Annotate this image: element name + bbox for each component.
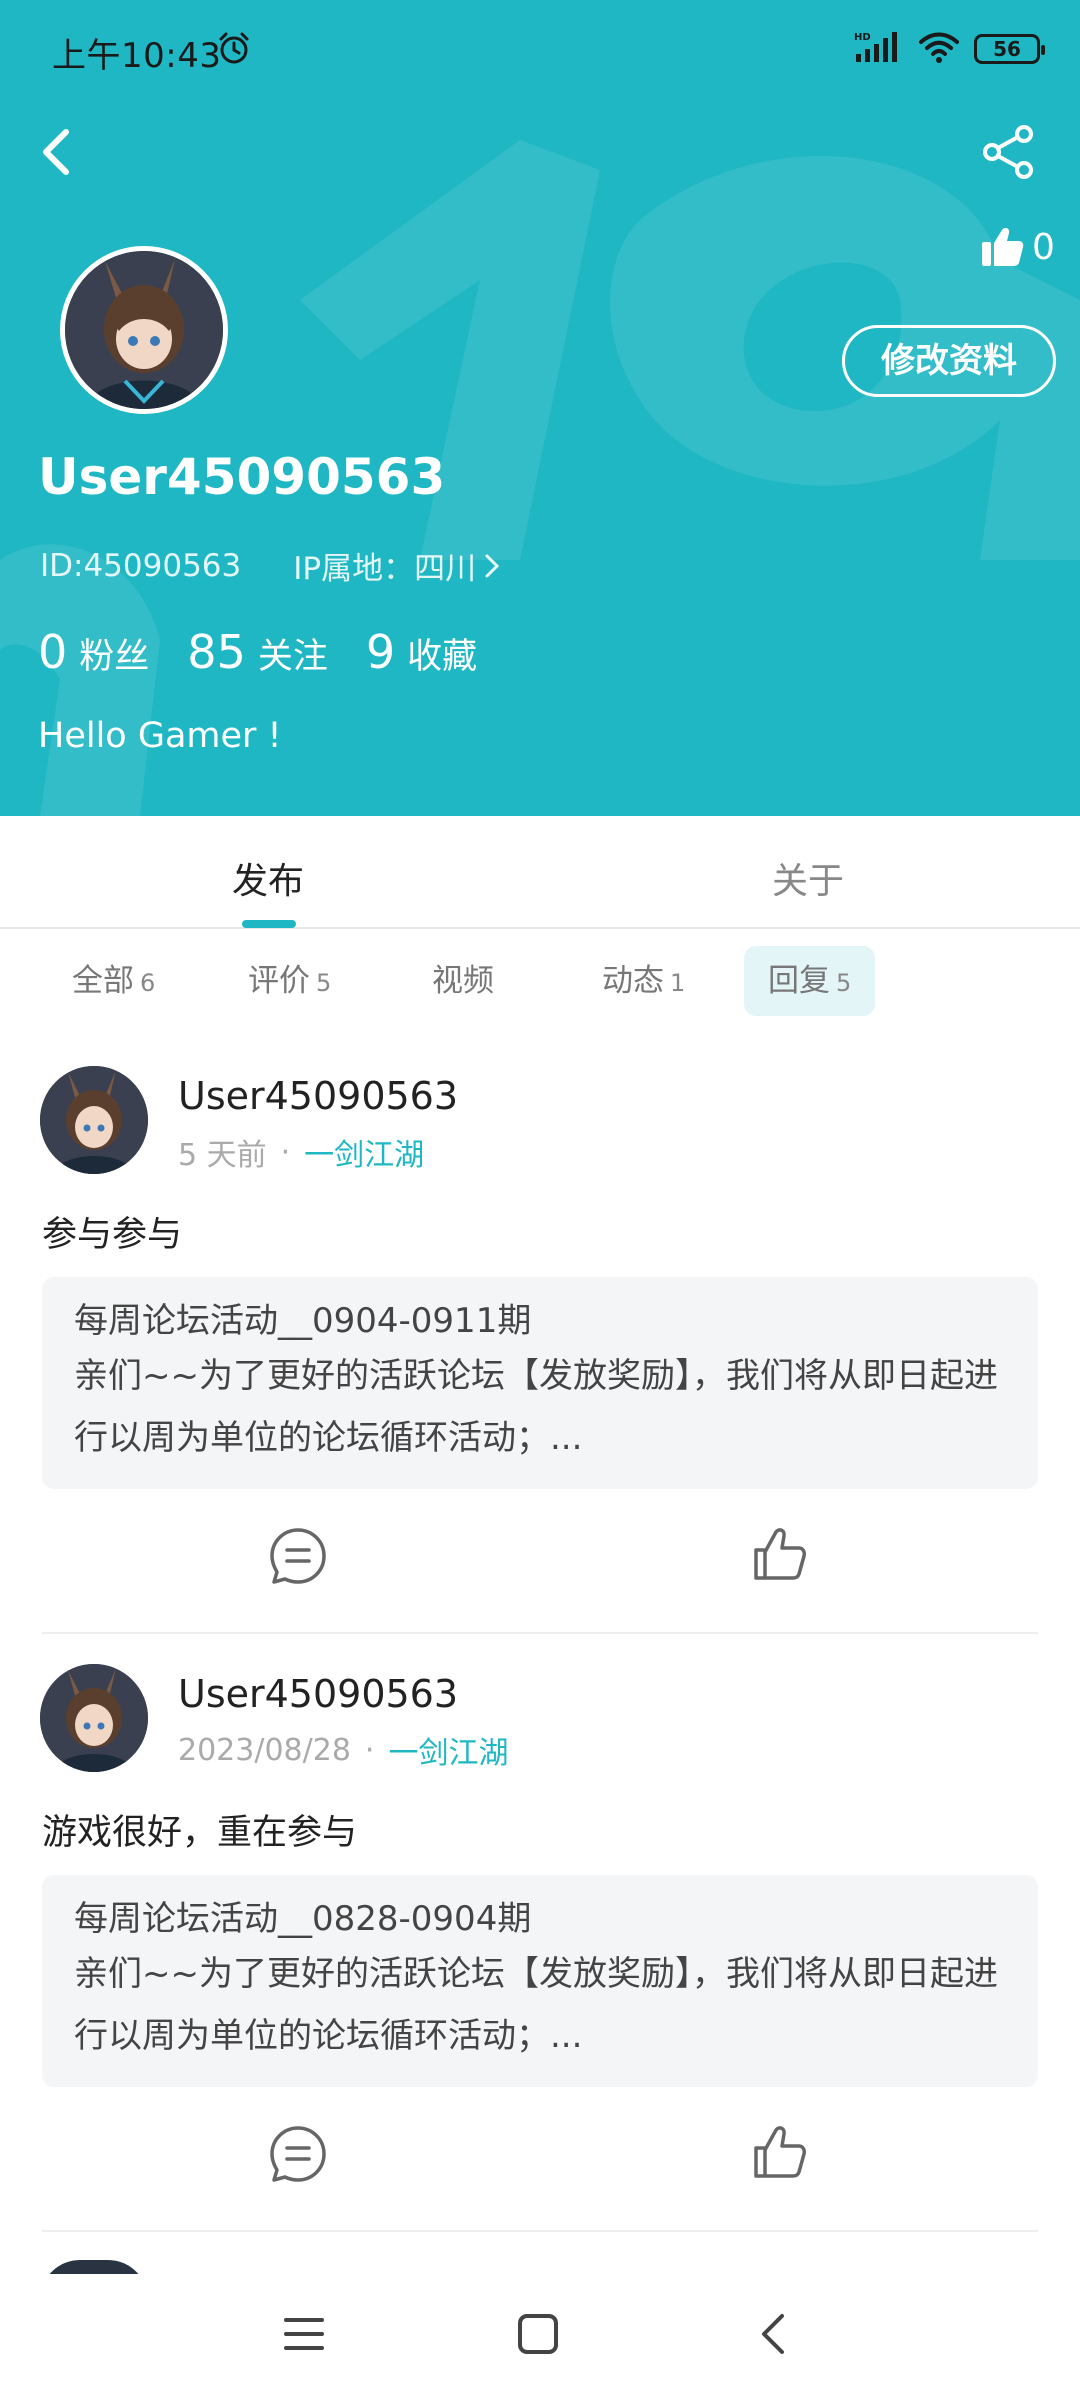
stat-followers[interactable]: 0 粉丝	[38, 625, 149, 679]
filter-replies-label: 回复	[768, 963, 830, 999]
chevron-left-icon	[762, 2314, 784, 2354]
profile-tabs: 发布 关于	[0, 816, 1080, 929]
network-hd-label: HD	[854, 32, 871, 43]
filter-reviews-count: 5	[316, 969, 332, 997]
profile-bio: Hello Gamer !	[38, 716, 282, 756]
filter-videos-label: 视频	[432, 963, 494, 999]
system-nav-bar	[0, 2274, 1080, 2400]
home-button[interactable]	[516, 2312, 560, 2360]
wifi-icon	[918, 30, 960, 68]
filter-moments-count: 1	[670, 969, 686, 997]
post-divider	[42, 1632, 1038, 1634]
profile-id-line: ID:45090563 IP属地：四川	[40, 543, 500, 588]
edit-profile-button[interactable]: 修改资料	[842, 325, 1056, 397]
filter-replies-count: 5	[836, 969, 852, 997]
stat-following-label: 关注	[257, 637, 328, 677]
profile-avatar[interactable]	[60, 246, 228, 414]
comment-icon	[270, 1528, 326, 1584]
profile-like-count: 0	[1032, 226, 1055, 268]
quoted-post-title: 每周论坛活动__0904-0911期	[74, 1301, 532, 1341]
system-back-button[interactable]	[756, 2310, 790, 2362]
comment-button[interactable]	[268, 1526, 328, 1590]
post-time: 2023/08/28	[178, 1732, 351, 1768]
thumbs-up-icon	[754, 2126, 806, 2178]
thumbs-up-icon	[754, 1528, 806, 1580]
alarm-icon	[216, 30, 252, 70]
comment-icon	[270, 2126, 326, 2182]
quoted-post-body: 亲们~~为了更好的活跃论坛【发放奖励】，我们将从即日起进行以周为单位的论坛循环活…	[74, 1356, 998, 1458]
signal-icon: HD	[854, 30, 904, 68]
avatar-image	[65, 251, 223, 409]
post-divider	[42, 2230, 1038, 2232]
thumbs-up-icon	[982, 227, 1024, 266]
home-square-icon	[518, 2314, 558, 2354]
status-time: 上午10:43	[52, 36, 222, 76]
post-actions	[0, 1526, 1080, 1586]
post-avatar[interactable]	[40, 1066, 148, 1174]
tab-active-indicator	[242, 920, 296, 928]
stat-favorites-count: 9	[365, 625, 396, 679]
quoted-post-card[interactable]: 每周论坛活动__0904-0911期 亲们~~为了更好的活跃论坛【发放奖励】，我…	[42, 1277, 1038, 1489]
profile-like-button[interactable]: 0	[980, 226, 1055, 268]
avatar-image	[40, 1066, 148, 1174]
chevron-left-icon	[43, 129, 69, 175]
filter-all-count: 6	[140, 969, 156, 997]
stat-favorites-label: 收藏	[407, 637, 478, 677]
menu-icon	[284, 2318, 324, 2350]
meta-separator: ·	[280, 1134, 291, 1170]
tab-about[interactable]: 关于	[772, 852, 844, 904]
post-meta: 5 天前 · 一剑江湖	[178, 1130, 424, 1174]
like-button[interactable]	[752, 2124, 808, 2184]
back-button[interactable]	[36, 124, 80, 180]
filter-moments[interactable]: 动态 1	[578, 946, 709, 1016]
avatar-image	[40, 1664, 148, 1772]
status-bar: 上午10:43 HD 56	[0, 0, 1080, 100]
quoted-post-body: 亲们~~为了更好的活跃论坛【发放奖励】，我们将从即日起进行以周为单位的论坛循环活…	[74, 1954, 998, 2056]
stat-following[interactable]: 85 关注	[187, 625, 328, 679]
quoted-post-card[interactable]: 每周论坛活动__0828-0904期 亲们~~为了更好的活跃论坛【发放奖励】，我…	[42, 1875, 1038, 2087]
share-icon	[983, 125, 1033, 179]
stat-followers-label: 粉丝	[79, 637, 150, 677]
filter-moments-label: 动态	[602, 963, 664, 999]
filter-replies[interactable]: 回复 5	[744, 946, 876, 1016]
filter-videos[interactable]: 视频	[408, 946, 518, 1016]
recent-apps-button[interactable]	[282, 2314, 326, 2358]
post-username[interactable]: User45090563	[178, 1074, 458, 1118]
stat-following-count: 85	[187, 625, 246, 679]
status-icons: HD 56	[854, 30, 1045, 68]
user-id: ID:45090563	[40, 547, 242, 584]
quoted-post-title: 每周论坛活动__0828-0904期	[74, 1899, 532, 1939]
chevron-right-icon	[485, 554, 500, 577]
post-actions	[0, 2124, 1080, 2184]
meta-separator: ·	[364, 1732, 375, 1768]
ip-location[interactable]: IP属地：四川	[293, 543, 476, 588]
profile-header: 上午10:43 HD 56 0 修改资料 User45090563 ID:450…	[0, 0, 1080, 816]
post-meta: 2023/08/28 · 一剑江湖	[178, 1728, 508, 1772]
post-text: 游戏很好，重在参与	[42, 1813, 358, 1853]
share-button[interactable]	[980, 124, 1036, 180]
post-game-link[interactable]: 一剑江湖	[304, 1130, 424, 1174]
profile-stats: 0 粉丝 85 关注 9 收藏	[38, 625, 515, 679]
profile-username: User45090563	[38, 448, 446, 506]
post-avatar[interactable]	[40, 1664, 148, 1772]
filter-chips: 全部 6 评价 5 视频 动态 1 回复 5	[0, 946, 1080, 1018]
post-item[interactable]: User45090563 5 天前 · 一剑江湖 参与参与 每周论坛活动__09…	[0, 1066, 1080, 1664]
comment-button[interactable]	[268, 2124, 328, 2188]
battery-indicator: 56	[974, 34, 1045, 64]
post-username[interactable]: User45090563	[178, 1672, 458, 1716]
post-time: 5 天前	[178, 1138, 267, 1173]
post-text: 参与参与	[42, 1215, 183, 1255]
like-button[interactable]	[752, 1526, 808, 1586]
tab-publish[interactable]: 发布	[232, 852, 304, 904]
filter-all-label: 全部	[72, 963, 134, 999]
post-item[interactable]: User45090563 2023/08/28 · 一剑江湖 游戏很好，重在参与…	[0, 1664, 1080, 2262]
stat-favorites[interactable]: 9 收藏	[366, 625, 477, 679]
post-game-link[interactable]: 一剑江湖	[388, 1728, 508, 1772]
filter-reviews[interactable]: 评价 5	[224, 946, 355, 1016]
filter-all[interactable]: 全部 6	[48, 946, 179, 1016]
stat-followers-count: 0	[38, 625, 68, 679]
filter-reviews-label: 评价	[248, 963, 310, 999]
